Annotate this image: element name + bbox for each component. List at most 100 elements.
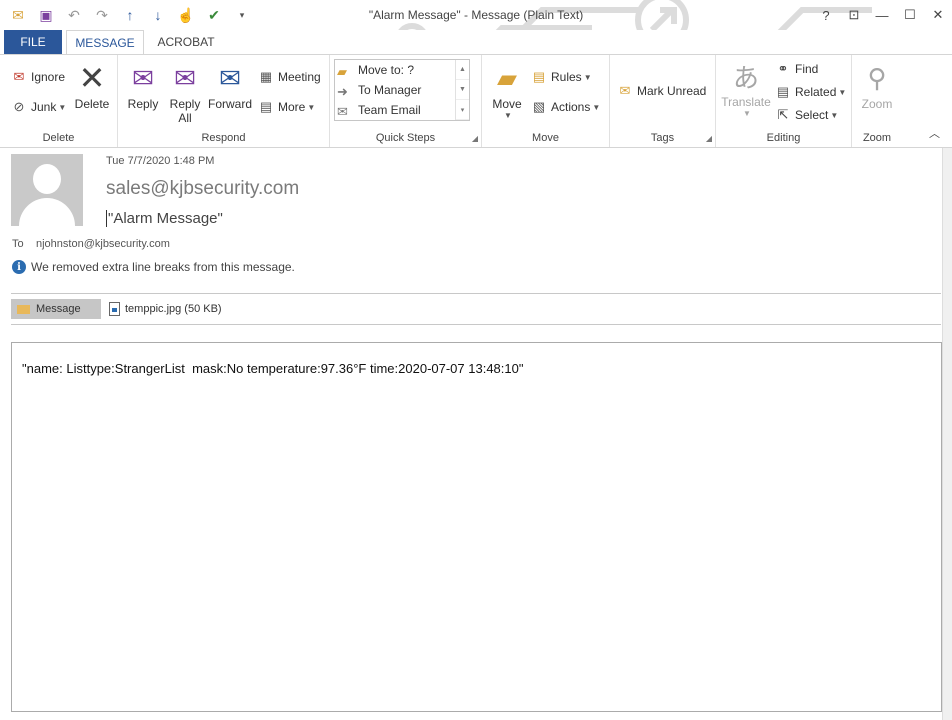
quick-step-move-to[interactable]: ▰ Move to: ? bbox=[335, 60, 469, 80]
editing-group-label: Editing bbox=[766, 132, 801, 144]
zoom-group: ⚲ Zoom Zoom bbox=[852, 55, 902, 147]
collapse-ribbon-icon[interactable]: ︿ bbox=[929, 125, 940, 141]
reply-icon: ✉ bbox=[132, 62, 154, 93]
expand-gallery-icon[interactable]: ▾ bbox=[456, 100, 469, 120]
related-icon: ▤ bbox=[776, 84, 790, 99]
chevron-down-icon: ▼ bbox=[583, 72, 592, 82]
quick-steps-scroll: ▲ ▼ ▾ bbox=[455, 60, 469, 120]
chevron-down-icon: ▼ bbox=[592, 102, 601, 112]
move-group: ▰ Move ▼ ▤ Rules ▼ ▧ Actions ▼ Move bbox=[482, 55, 610, 147]
reply-all-icon: ✉ bbox=[174, 62, 196, 93]
related-button[interactable]: ▤ Related ▼ bbox=[774, 84, 846, 100]
editing-group: あ Translate ▼ ⚭ Find ▤ Related ▼ ⇱ Selec… bbox=[716, 55, 852, 147]
quick-step-team-email[interactable]: ✉ Team Email bbox=[335, 100, 469, 120]
rules-button[interactable]: ▤ Rules ▼ bbox=[530, 69, 592, 85]
message-tab-button[interactable]: Message bbox=[11, 299, 101, 319]
info-bar[interactable]: i We removed extra line breaks from this… bbox=[12, 260, 295, 274]
reply-button[interactable]: ✉ Reply bbox=[126, 61, 160, 112]
ribbon-tabs: FILE MESSAGE ACROBAT bbox=[0, 30, 952, 55]
ignore-icon: ✉ bbox=[13, 69, 25, 84]
avatar-body bbox=[19, 198, 75, 226]
dialog-launcher-icon[interactable]: ◢ bbox=[472, 134, 478, 143]
message-reading-pane: Tue 7/7/2020 1:48 PM sales@kjbsecurity.c… bbox=[0, 148, 952, 720]
team-email-icon: ✉ bbox=[337, 104, 348, 119]
chevron-down-icon: ▼ bbox=[743, 109, 751, 118]
move-button[interactable]: ▰ Move ▼ bbox=[488, 61, 526, 121]
move-folder-icon: ▰ bbox=[497, 62, 517, 93]
info-icon: i bbox=[12, 260, 26, 274]
tags-group-label: Tags bbox=[650, 132, 675, 144]
actions-icon: ▧ bbox=[532, 99, 546, 114]
message-body-text: "name: Listtype:StrangerList mask:No tem… bbox=[22, 361, 524, 376]
chevron-down-icon: ▼ bbox=[504, 111, 512, 120]
minimize-icon[interactable]: — bbox=[868, 0, 896, 30]
delete-group: ✉ Ignore ⊘ Junk ▼ ✕ Delete Delete bbox=[0, 55, 118, 147]
cursor-icon: ⇱ bbox=[777, 107, 789, 122]
tab-acrobat[interactable]: ACROBAT bbox=[150, 30, 222, 54]
respond-group: ✉ Reply ✉ Reply All ✉ Forward ▦ Meeting … bbox=[118, 55, 330, 147]
message-sender[interactable]: sales@kjbsecurity.com bbox=[106, 178, 299, 200]
junk-icon: ⊘ bbox=[13, 99, 25, 114]
scroll-down-icon[interactable]: ▼ bbox=[456, 80, 469, 100]
respond-group-label: Respond bbox=[201, 132, 246, 144]
maximize-icon[interactable]: ☐ bbox=[896, 0, 924, 30]
more-respond-button[interactable]: ▤ More ▼ bbox=[257, 99, 315, 115]
chevron-down-icon: ▼ bbox=[830, 110, 839, 120]
zoom-group-label: Zoom bbox=[862, 132, 892, 144]
quick-step-to-manager[interactable]: ➜ To Manager bbox=[335, 80, 469, 100]
delete-group-label: Delete bbox=[42, 132, 75, 144]
forward-manager-icon: ➜ bbox=[337, 84, 348, 99]
ribbon-display-icon[interactable]: ⊡ bbox=[840, 0, 868, 30]
window-edge bbox=[942, 148, 952, 720]
envelope-icon bbox=[17, 304, 30, 314]
reply-all-button[interactable]: ✉ Reply All bbox=[168, 61, 202, 126]
to-recipient[interactable]: njohnston@kjbsecurity.com bbox=[36, 238, 170, 250]
quick-steps-label: Quick Steps bbox=[375, 132, 436, 144]
magnifier-icon: ⚲ bbox=[867, 62, 887, 93]
info-text: We removed extra line breaks from this m… bbox=[31, 260, 295, 274]
chevron-down-icon: ▼ bbox=[307, 102, 316, 112]
divider bbox=[11, 324, 941, 325]
binoculars-icon: ⚭ bbox=[777, 61, 789, 76]
mark-unread-button[interactable]: ✉ Mark Unread bbox=[616, 83, 707, 99]
folder-icon: ▰ bbox=[337, 64, 347, 79]
to-label: To bbox=[12, 238, 24, 250]
window-title: "Alarm Message" - Message (Plain Text) bbox=[368, 8, 584, 22]
ribbon: ✉ Ignore ⊘ Junk ▼ ✕ Delete Delete ✉ Repl… bbox=[0, 54, 952, 148]
select-button[interactable]: ⇱ Select ▼ bbox=[774, 107, 839, 123]
message-subject: "Alarm Message" bbox=[106, 210, 223, 227]
close-icon[interactable]: ✕ bbox=[924, 0, 952, 30]
tab-message[interactable]: MESSAGE bbox=[66, 30, 144, 55]
junk-button[interactable]: ⊘ Junk ▼ bbox=[10, 99, 67, 115]
dialog-launcher-icon[interactable]: ◢ bbox=[706, 134, 712, 143]
quick-steps-group: ▰ Move to: ? ➜ To Manager ✉ Team Email ▲… bbox=[330, 55, 482, 147]
attachment-file[interactable]: temppic.jpg (50 KB) bbox=[109, 302, 222, 316]
title-bar: ✉ ▣ ↶ ↷ ↑ ↓ ☝ ✔ ▾ "Alarm Message" - Mess… bbox=[0, 0, 952, 30]
more-icon: ▤ bbox=[259, 99, 273, 114]
forward-button[interactable]: ✉ Forward bbox=[206, 61, 254, 112]
mark-unread-icon: ✉ bbox=[619, 83, 631, 98]
attachment-bar: Message temppic.jpg (50 KB) bbox=[11, 298, 222, 320]
forward-icon: ✉ bbox=[219, 62, 241, 93]
quick-steps-gallery: ▰ Move to: ? ➜ To Manager ✉ Team Email ▲… bbox=[334, 59, 470, 121]
message-body[interactable]: "name: Listtype:StrangerList mask:No tem… bbox=[11, 342, 942, 712]
tags-group: ✉ Mark Unread Tags ◢ bbox=[610, 55, 716, 147]
scroll-up-icon[interactable]: ▲ bbox=[456, 60, 469, 80]
meeting-button[interactable]: ▦ Meeting bbox=[257, 69, 321, 85]
message-date: Tue 7/7/2020 1:48 PM bbox=[106, 155, 215, 167]
chevron-down-icon: ▼ bbox=[838, 87, 847, 97]
image-file-icon bbox=[109, 302, 120, 316]
rules-icon: ▤ bbox=[532, 69, 546, 84]
window-controls: ? ⊡ — ☐ ✕ bbox=[812, 0, 952, 30]
ignore-button[interactable]: ✉ Ignore bbox=[10, 69, 65, 85]
chevron-down-icon: ▼ bbox=[58, 102, 67, 112]
zoom-button[interactable]: ⚲ Zoom bbox=[858, 61, 896, 112]
help-icon[interactable]: ? bbox=[812, 0, 840, 30]
tab-file[interactable]: FILE bbox=[4, 30, 62, 54]
delete-button[interactable]: ✕ Delete bbox=[74, 60, 110, 111]
find-button[interactable]: ⚭ Find bbox=[774, 61, 819, 77]
translate-icon: あ bbox=[732, 62, 759, 93]
actions-button[interactable]: ▧ Actions ▼ bbox=[530, 99, 600, 115]
meeting-icon: ▦ bbox=[259, 69, 273, 84]
translate-button[interactable]: あ Translate ▼ bbox=[720, 59, 772, 119]
